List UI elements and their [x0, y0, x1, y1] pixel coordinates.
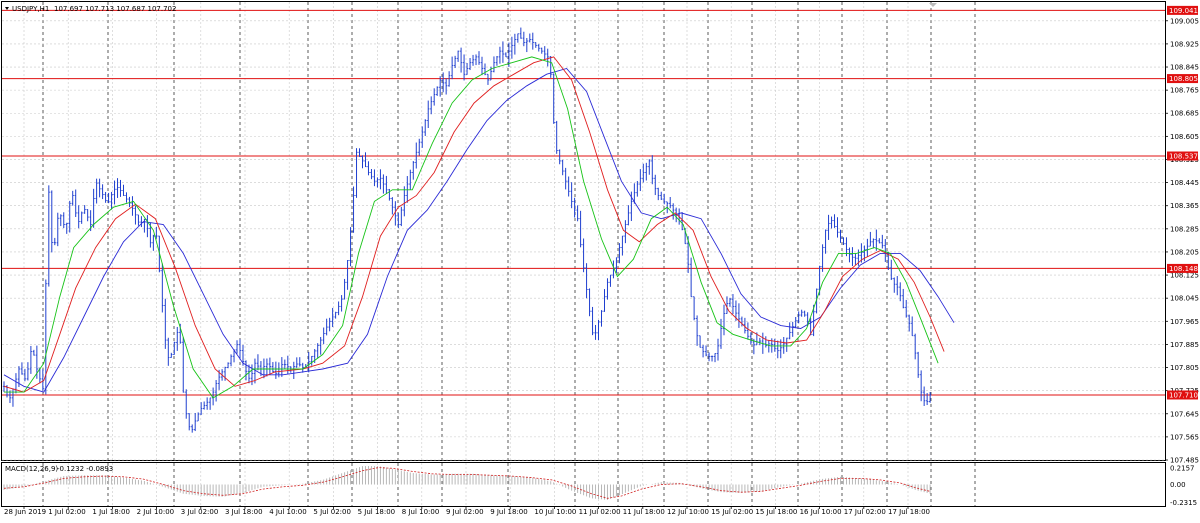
macd-tick-label: 0.00 [1170, 481, 1186, 489]
x-tick-label: 15 Jul 02:00 [711, 508, 753, 516]
level-tag-label: 109.041 [1169, 7, 1198, 15]
y-tick-label: 108.445 [1170, 179, 1199, 187]
x-tick-label: 11 Jul 18:00 [623, 508, 665, 516]
y-tick-label: 108.285 [1170, 225, 1199, 233]
x-tick-label: 1 Jul 18:00 [92, 508, 130, 516]
y-tick-label: 108.045 [1170, 295, 1199, 303]
macd-tick-label: -0.2315 [1170, 499, 1197, 507]
x-tick-label: 2 Jul 10:00 [137, 508, 175, 516]
macd-values: -0.1232 -0.0893 [57, 465, 113, 473]
y-tick-label: 107.485 [1170, 457, 1199, 465]
x-tick-label: 12 Jul 10:00 [667, 508, 709, 516]
x-tick-label: 3 Jul 18:00 [225, 508, 263, 516]
level-tag-label: 108.537 [1169, 153, 1198, 161]
chart-header: USDJPY,H1 107.697 107.713 107.687 107.70… [5, 5, 176, 13]
x-tick-label: 4 Jul 10:00 [269, 508, 307, 516]
x-tick-label: 17 Jul 18:00 [888, 508, 930, 516]
x-tick-label: 9 Jul 02:00 [446, 508, 484, 516]
level-tag-label: 108.148 [1169, 265, 1198, 273]
y-tick-label: 107.565 [1170, 433, 1199, 441]
y-tick-label: 109.005 [1170, 17, 1199, 25]
y-tick-label: 108.605 [1170, 133, 1199, 141]
y-tick-label: 108.685 [1170, 110, 1199, 118]
x-tick-label: 1 Jul 02:00 [48, 508, 86, 516]
ohlc-values: 107.697 107.713 107.687 107.702 [54, 5, 176, 13]
level-tag-label: 107.710 [1169, 391, 1198, 399]
x-tick-label: 15 Jul 18:00 [755, 508, 797, 516]
x-tick-label: 11 Jul 02:00 [579, 508, 621, 516]
y-tick-label: 107.965 [1170, 318, 1199, 326]
x-tick-label: 8 Jul 10:00 [402, 508, 440, 516]
y-tick-label: 107.885 [1170, 341, 1199, 349]
x-tick-label: 5 Jul 18:00 [358, 508, 396, 516]
x-tick-label: 10 Jul 10:00 [534, 508, 576, 516]
level-tag-label: 108.805 [1169, 75, 1198, 83]
y-tick-label: 108.365 [1170, 202, 1199, 210]
y-tick-label: 108.205 [1170, 248, 1199, 256]
x-tick-label: 9 Jul 18:00 [490, 508, 528, 516]
main-panel-frame [1, 1, 1166, 461]
y-tick-label: 108.925 [1170, 40, 1199, 48]
x-tick-label: 17 Jul 02:00 [844, 508, 886, 516]
y-tick-label: 108.845 [1170, 64, 1199, 72]
symbol-label: USDJPY,H1 [12, 5, 49, 13]
x-tick-label: 3 Jul 02:00 [181, 508, 219, 516]
chart-window: 109.005 108.925 108.845 108.765 108.685 108.6… [0, 0, 1200, 523]
chart-canvas[interactable]: 109.005 108.925 108.845 108.765 108.685 108.6… [0, 0, 1200, 523]
macd-header: MACD(12,26,9) -0.1232 -0.0893 [5, 465, 113, 473]
y-tick-label: 108.765 [1170, 87, 1199, 95]
x-tick-label: 16 Jul 10:00 [800, 508, 842, 516]
macd-tick-label: 0.2157 [1170, 464, 1195, 472]
x-tick-label: 5 Jul 02:00 [313, 508, 351, 516]
x-tick-label: 28 Jun 2019 [4, 508, 46, 516]
macd-title: MACD(12,26,9) [5, 465, 58, 473]
y-tick-label: 107.805 [1170, 364, 1199, 372]
y-tick-label: 107.645 [1170, 410, 1199, 418]
